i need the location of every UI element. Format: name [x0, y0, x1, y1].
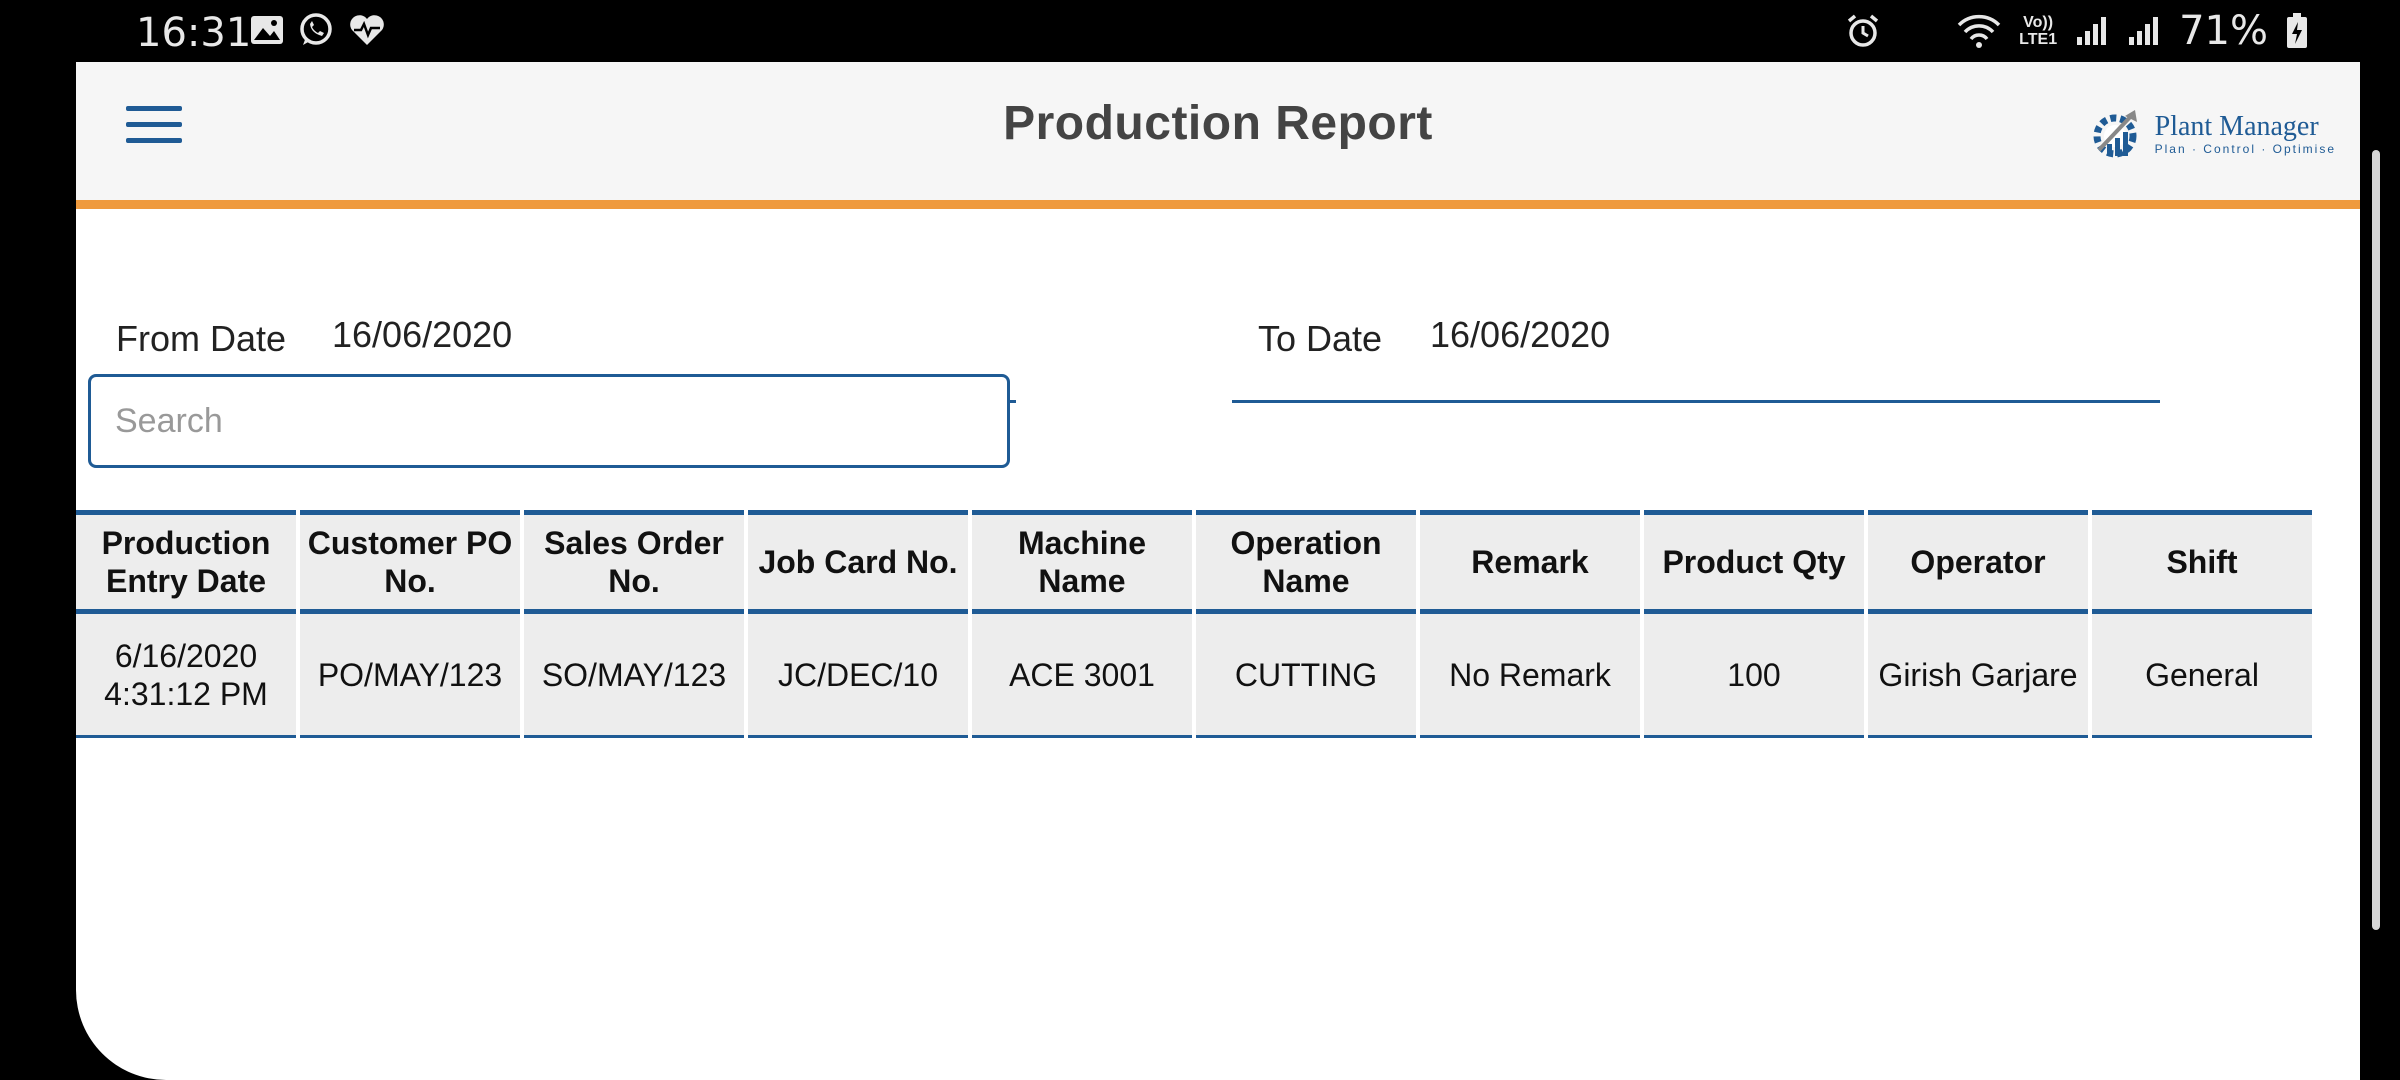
header-operation-name[interactable]: Operation Name: [1196, 510, 1416, 614]
header-production-entry-date[interactable]: Production Entry Date: [76, 510, 296, 614]
battery-percent: 71%: [2179, 8, 2268, 54]
cell-operator: Girish Garjare: [1868, 614, 2088, 738]
header-shift[interactable]: Shift: [2092, 510, 2312, 614]
signal-icon: [2077, 17, 2107, 45]
cell-operation-name: CUTTING: [1196, 614, 1416, 738]
header-operator[interactable]: Operator: [1868, 510, 2088, 614]
header-machine-name[interactable]: Machine Name: [972, 510, 1192, 614]
logo-name: Plant Manager: [2154, 111, 2319, 142]
cell-shift: General: [2092, 614, 2312, 738]
logo-tagline: Plan · Control · Optimise: [2154, 142, 2336, 156]
gear-chart-logo-icon: [2093, 110, 2137, 158]
signal-icon: [2129, 17, 2159, 45]
cell-remark: No Remark: [1420, 614, 1640, 738]
header-remark[interactable]: Remark: [1420, 510, 1640, 614]
battery-icon: [2287, 13, 2307, 48]
cell-production-entry-date: 6/16/2020 4:31:12 PM: [76, 614, 296, 738]
from-date-label: From Date: [116, 318, 287, 359]
header-customer-po-no[interactable]: Customer PO No.: [300, 510, 520, 614]
cell-customer-po-no: PO/MAY/123: [300, 614, 520, 738]
health-icon: [350, 15, 384, 45]
volte-icon: Vo)) LTE1: [2019, 14, 2058, 48]
app-toolbar: Production Report Plant Manager Plan · C…: [76, 62, 2360, 209]
status-time: 16:31: [136, 10, 252, 56]
app-window: Production Report Plant Manager Plan · C…: [76, 62, 2360, 1080]
header-job-card-no[interactable]: Job Card No.: [748, 510, 968, 614]
plant-manager-logo: Plant Manager Plan · Control · Optimise: [2089, 106, 2336, 162]
search-input[interactable]: [91, 377, 1007, 465]
table-header-row: Production Entry Date Customer PO No. Sa…: [76, 510, 2312, 614]
cell-machine-name: ACE 3001: [972, 614, 1192, 738]
search-box[interactable]: [88, 374, 1010, 468]
cell-job-card-no: JC/DEC/10: [748, 614, 968, 738]
cell-product-qty: 100: [1644, 614, 1864, 738]
table-row[interactable]: 6/16/2020 4:31:12 PM PO/MAY/123 SO/MAY/1…: [76, 614, 2312, 738]
header-sales-order-no[interactable]: Sales Order No.: [524, 510, 744, 614]
to-date-label: To Date: [1258, 318, 1383, 359]
from-date-value[interactable]: 16/06/2020: [332, 314, 512, 356]
image-icon: [251, 16, 283, 44]
status-bar: 16:31 Vo)) LTE1 71%: [0, 0, 2400, 62]
vertical-scrollbar[interactable]: [2372, 150, 2380, 930]
page-title: Production Report: [1003, 97, 1433, 150]
to-date-field[interactable]: To Date 16/06/2020: [1232, 268, 2160, 403]
production-table: Production Entry Date Customer PO No. Sa…: [76, 510, 2360, 738]
to-date-value[interactable]: 16/06/2020: [1430, 314, 1610, 356]
alarm-icon: [1848, 14, 1879, 47]
cell-sales-order-no: SO/MAY/123: [524, 614, 744, 738]
whatsapp-icon: [300, 13, 332, 45]
wifi-icon: [1957, 14, 2001, 48]
header-product-qty[interactable]: Product Qty: [1644, 510, 1864, 614]
